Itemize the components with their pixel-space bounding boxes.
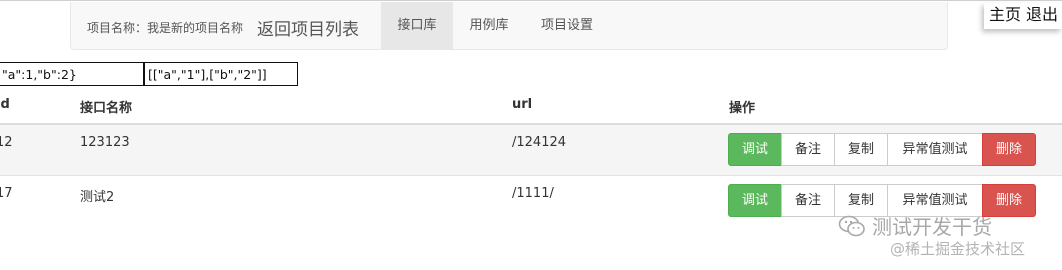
logout-link[interactable]: 退出 [1026, 5, 1058, 24]
table-row: 12 123123 /124124 调试 备注 复制 异常值测试 删除 [0, 125, 1062, 176]
tab-api-library[interactable]: 接口库 [381, 2, 453, 49]
watermark-credit: @稀土掘金技术社区 [890, 240, 1026, 258]
debug-button[interactable]: 调试 [728, 184, 782, 217]
wechat-icon [838, 215, 865, 236]
column-header-url: url [512, 97, 533, 112]
tab-case-library[interactable]: 用例库 [453, 2, 525, 49]
column-header-name: 接口名称 [80, 101, 133, 116]
watermark-brand: 测试开发干货 [838, 211, 992, 240]
debug-button[interactable]: 调试 [728, 133, 782, 166]
tab-project-settings[interactable]: 项目设置 [525, 2, 609, 49]
row-name: 测试2 [80, 190, 115, 205]
home-link[interactable]: 主页 [989, 5, 1021, 24]
json-dict-input[interactable] [0, 62, 144, 86]
watermark-brand-text: 测试开发干货 [872, 215, 992, 239]
delete-button[interactable]: 删除 [982, 133, 1036, 166]
note-button[interactable]: 备注 [781, 184, 835, 217]
navbar: 项目名称：我是新的项目名称 返回项目列表 接口库 用例库 项目设置 [70, 2, 948, 50]
copy-button[interactable]: 复制 [834, 133, 888, 166]
project-name-label: 项目名称：我是新的项目名称 [87, 21, 244, 35]
note-button[interactable]: 备注 [781, 133, 835, 166]
row-action-group: 调试 备注 复制 异常值测试 删除 [728, 133, 1036, 166]
back-to-project-list-link[interactable]: 返回项目列表 [257, 15, 359, 40]
row-id: 12 [0, 135, 13, 150]
row-url: /1111/ [512, 186, 554, 201]
column-header-actions: 操作 [729, 101, 756, 116]
column-header-id: id [0, 97, 10, 112]
row-url: /124124 [512, 135, 567, 150]
json-list-input[interactable] [144, 62, 298, 86]
top-divider [0, 0, 1062, 1]
exception-test-button[interactable]: 异常值测试 [887, 133, 983, 166]
user-links: 主页 退出 [984, 3, 1062, 29]
row-id: 17 [0, 186, 13, 201]
row-name: 123123 [80, 135, 130, 150]
